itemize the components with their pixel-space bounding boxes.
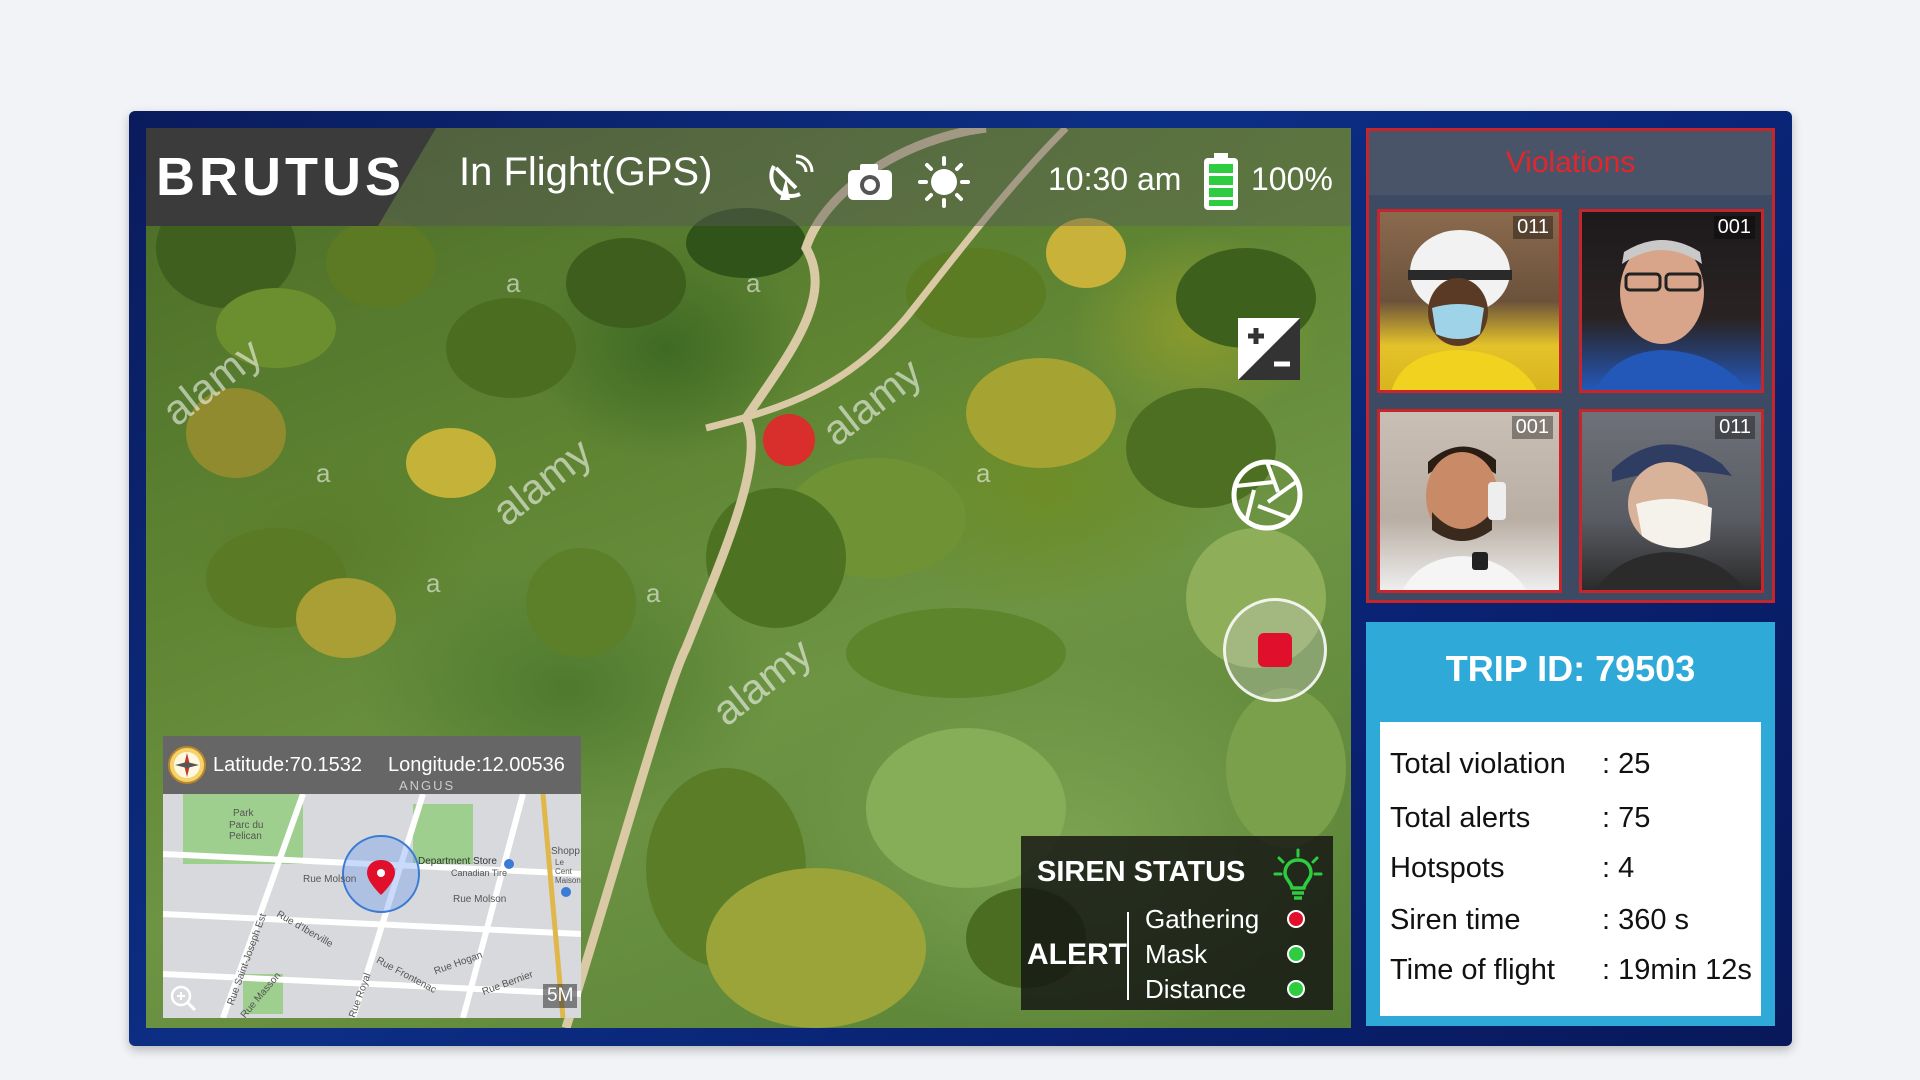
stat-value: : 75 xyxy=(1602,802,1651,834)
map-label: Rue Molson xyxy=(303,874,357,885)
target-marker[interactable] xyxy=(763,414,815,466)
siren-status-panel: SIREN STATUS ALERT Gathering Mask Distan… xyxy=(1021,836,1333,1010)
status-dot-distance xyxy=(1287,980,1305,998)
trip-id: TRIP ID: 79503 xyxy=(1445,648,1696,689)
stat-row: Total violation : 25 xyxy=(1390,748,1650,781)
status-dot-gathering xyxy=(1287,910,1305,928)
zoom-in-icon[interactable] xyxy=(169,984,197,1017)
map-label: Le Cent Maison xyxy=(555,858,581,885)
siren-row-distance: Distance xyxy=(1145,974,1247,1004)
watermark-mark: a xyxy=(316,458,331,488)
status-dot-mask xyxy=(1287,945,1305,963)
violation-face-thumbnail[interactable]: 011 xyxy=(1377,209,1562,393)
stat-value: : 19min 12s xyxy=(1602,954,1752,986)
drone-camera-view[interactable]: alamy alamy alamy alamy a a a a a a a BR… xyxy=(146,128,1351,1028)
gps-coordinates: Latitude:70.1532 Longitude:12.00536 xyxy=(163,736,581,794)
watermark-mark: a xyxy=(976,458,991,488)
stat-value: : 4 xyxy=(1602,852,1635,884)
watermark-mark: a xyxy=(426,568,441,598)
siren-status-title: SIREN STATUS xyxy=(1037,856,1246,888)
compass-icon xyxy=(168,746,206,784)
stat-label: Time of flight xyxy=(1390,954,1555,986)
face-id: 011 xyxy=(1715,416,1755,439)
stat-row: Hotspots : 4 xyxy=(1390,852,1634,885)
alert-label: ALERT xyxy=(1027,938,1127,971)
record-stop-icon xyxy=(1258,633,1292,667)
map-label: ANGUS xyxy=(399,778,456,793)
watermark-mark: a xyxy=(506,268,521,298)
stat-row: Time of flight : 19min 12s xyxy=(1390,954,1752,987)
flight-mode-status: In Flight(GPS) xyxy=(459,150,713,194)
clock-time: 10:30 am xyxy=(1048,161,1182,197)
map-label: Rue Molson xyxy=(453,894,507,905)
violations-title: Violations xyxy=(1369,131,1772,195)
map-label: Department Store xyxy=(418,856,497,867)
stat-value: : 360 s xyxy=(1602,904,1690,936)
stat-label: Total violation xyxy=(1390,748,1566,780)
minimap[interactable]: Park Parc du Pelican Department Store Ca… xyxy=(163,792,581,1018)
brightness-icon[interactable] xyxy=(918,156,970,213)
trip-stats: Total violation : 25 Total alerts : 75 Hot… xyxy=(1380,722,1761,1016)
record-button[interactable] xyxy=(1223,598,1327,702)
camera-icon[interactable] xyxy=(846,162,894,207)
exposure-icon[interactable] xyxy=(1236,316,1302,387)
longitude-readout: Longitude:12.00536 xyxy=(388,753,565,776)
stat-label: Hotspots xyxy=(1390,852,1505,884)
violation-face-thumbnail[interactable]: 001 xyxy=(1377,409,1562,593)
violation-face-thumbnail[interactable]: 011 xyxy=(1579,409,1764,593)
lightbulb-icon xyxy=(1273,848,1323,905)
battery-percentage: 100% xyxy=(1251,161,1333,197)
face-id: 001 xyxy=(1511,416,1553,439)
aperture-icon[interactable] xyxy=(1230,458,1304,537)
map-label: Parc du Pelican xyxy=(229,820,264,842)
battery-icon xyxy=(1201,152,1241,217)
violations-panel: Violations 011 001 001 011 xyxy=(1366,128,1775,603)
map-label: Park xyxy=(233,808,254,819)
stat-label: Siren time xyxy=(1390,904,1521,936)
stat-value: : 25 xyxy=(1602,748,1651,780)
map-label: Canadian Tire xyxy=(451,868,508,878)
latitude-readout: Latitude:70.1532 xyxy=(213,753,363,776)
siren-row-mask: Mask xyxy=(1145,939,1208,969)
stat-row: Total alerts : 75 xyxy=(1390,802,1650,835)
satellite-dish-icon[interactable] xyxy=(766,154,814,209)
stat-label: Total alerts xyxy=(1390,802,1531,834)
trip-summary-panel: TRIP ID: 79503 Total violation : 25 Total… xyxy=(1366,622,1775,1026)
stat-row: Siren time : 360 s xyxy=(1390,904,1689,937)
siren-divider xyxy=(1127,912,1129,1000)
face-id: 011 xyxy=(1513,216,1553,239)
watermark-mark: a xyxy=(746,268,761,298)
face-id: 001 xyxy=(1713,216,1755,239)
violation-face-thumbnail[interactable]: 001 xyxy=(1579,209,1764,393)
map-scale: 5M xyxy=(543,984,578,1008)
siren-row-gathering: Gathering xyxy=(1145,904,1260,934)
watermark-mark: a xyxy=(646,578,661,608)
map-label: Shopp xyxy=(551,846,580,857)
minimap-panel[interactable]: Park Parc du Pelican Department Store Ca… xyxy=(163,736,581,1018)
